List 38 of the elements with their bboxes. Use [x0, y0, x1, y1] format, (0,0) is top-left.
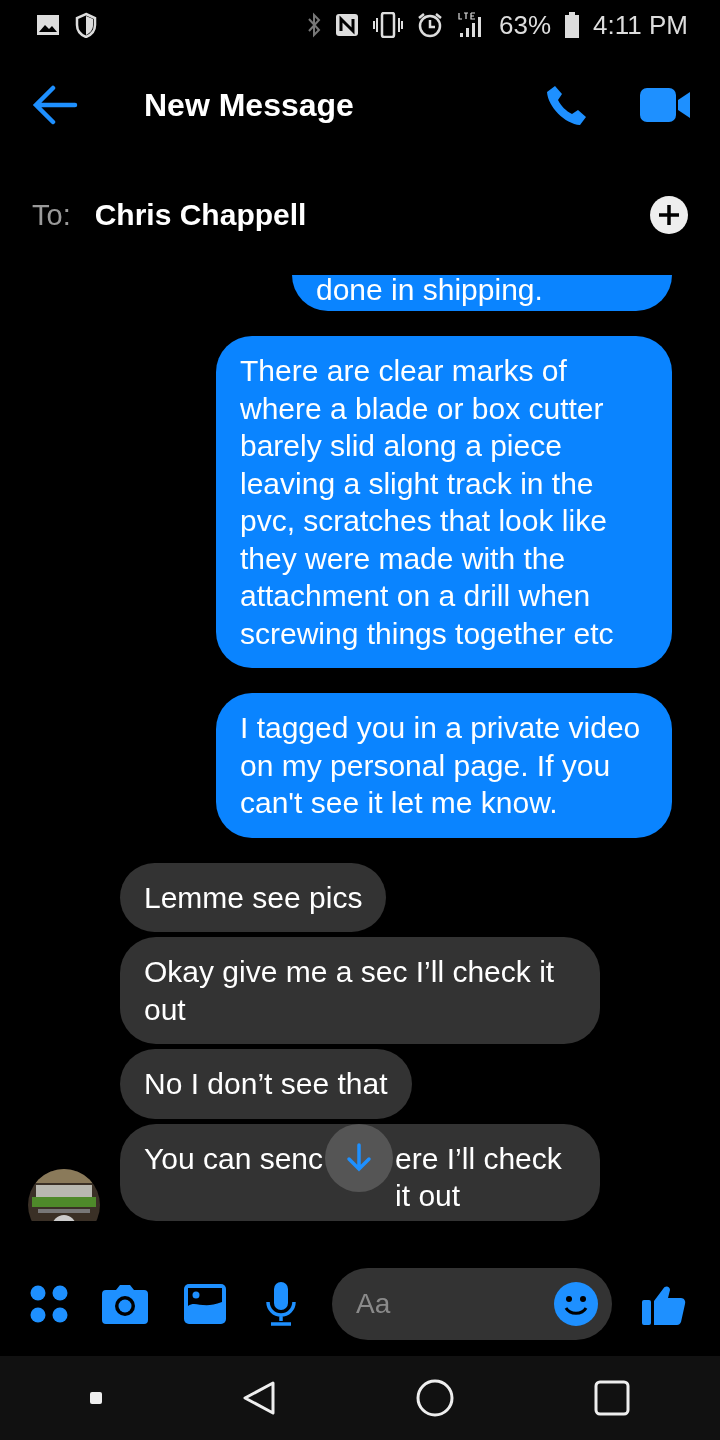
recipient-name: Chris Chappell [94, 198, 308, 232]
message-text: You can senc [144, 1140, 324, 1177]
message-text: ere I’ll check it out [395, 1140, 563, 1214]
header-title: New Message [144, 86, 355, 124]
recents-square-icon [594, 1380, 630, 1416]
home-button[interactable] [416, 1379, 454, 1417]
nfc-icon [335, 13, 360, 37]
microphone-icon[interactable] [264, 1282, 298, 1326]
message-input[interactable]: Aa [332, 1268, 612, 1340]
video-camera-icon[interactable] [640, 88, 690, 122]
message-text: Lemme see pics [144, 880, 363, 914]
recents-button[interactable] [594, 1380, 630, 1416]
message-text: done in shipping. [316, 273, 543, 306]
menu-button[interactable] [90, 1392, 102, 1404]
gallery-icon [36, 14, 60, 36]
back-button[interactable] [242, 1380, 276, 1416]
vibrate-icon [373, 12, 404, 38]
apps-icon[interactable] [30, 1285, 68, 1323]
shield-icon [74, 12, 98, 38]
back-arrow-icon[interactable] [32, 85, 78, 125]
clock-time: 4:11 PM [593, 9, 688, 41]
battery-icon [565, 12, 580, 38]
emoji-icon[interactable] [554, 1282, 598, 1326]
message-text: Okay give me a sec I’ll check it out [144, 955, 555, 1026]
camera-icon[interactable] [102, 1284, 148, 1324]
message-text: There are clear marks of where a blade or box cutter barely slid along a piece leaving a slight track in the pvc, scratches that look like they were made with the attachment on a drill when screwing things together etc [240, 354, 614, 650]
bluetooth-icon [307, 12, 322, 38]
alarm-icon [417, 12, 444, 38]
battery-percent: 63% [499, 9, 552, 41]
home-circle-icon [416, 1379, 454, 1417]
message-text: I tagged you in a private video on my personal page. If you can't see it let me know. [240, 711, 641, 819]
back-triangle-icon [242, 1380, 276, 1416]
phone-icon[interactable] [546, 84, 588, 126]
add-icon[interactable] [650, 196, 688, 234]
down-arrow-icon [345, 1142, 374, 1173]
image-icon[interactable] [184, 1284, 226, 1324]
message-text: No I don’t see that [144, 1067, 388, 1100]
to-label: To: [32, 198, 71, 232]
